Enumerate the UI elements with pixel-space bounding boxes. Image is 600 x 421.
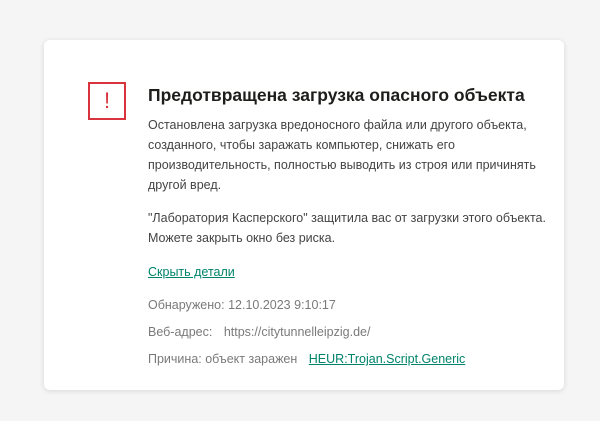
detected-value: 12.10.2023 9:10:17 bbox=[228, 298, 336, 312]
reason-label: Причина: объект заражен bbox=[148, 352, 298, 366]
detected-row: Обнаружено: 12.10.2023 9:10:17 bbox=[148, 297, 548, 313]
exclamation-warning-icon: ! bbox=[88, 82, 126, 120]
url-label: Веб-адрес: bbox=[148, 325, 213, 339]
threat-name-link[interactable]: HEUR:Trojan.Script.Generic bbox=[309, 351, 466, 367]
url-value: https://citytunnelleipzig.de/ bbox=[223, 325, 371, 339]
alert-reassurance: "Лаборатория Касперского" защитила вас о… bbox=[148, 211, 546, 245]
alert-description: Остановлена загрузка вредоносного файла … bbox=[148, 118, 536, 192]
hide-details-link[interactable]: Скрыть детали bbox=[148, 264, 235, 280]
alert-content: Предотвращена загрузка опасного объекта … bbox=[148, 84, 548, 367]
alert-title: Предотвращена загрузка опасного объекта bbox=[148, 85, 525, 105]
detected-label: Обнаружено: bbox=[148, 298, 225, 312]
warning-glyph: ! bbox=[103, 88, 111, 113]
reason-row: Причина: объект заражен HEUR:Trojan.Scri… bbox=[148, 351, 548, 367]
alert-card: ! Предотвращена загрузка опасного объект… bbox=[44, 40, 564, 390]
url-row: Веб-адрес: https://citytunnelleipzig.de/ bbox=[148, 324, 548, 340]
